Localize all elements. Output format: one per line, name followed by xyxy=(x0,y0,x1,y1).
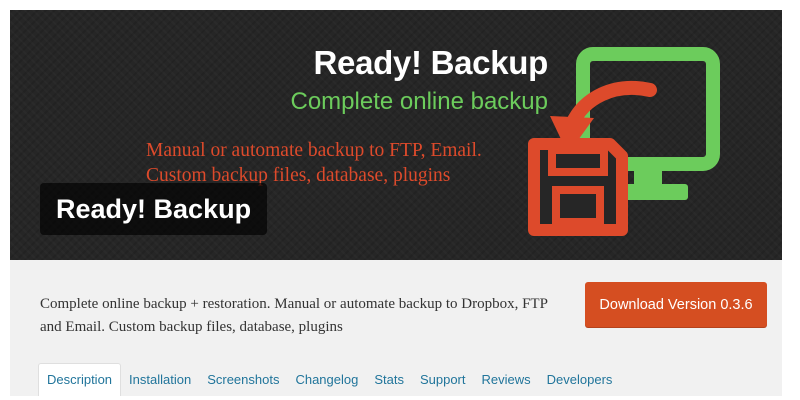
banner-feature-line: Manual or automate backup to FTP, Email. xyxy=(146,140,482,161)
backup-logo xyxy=(528,47,720,236)
tab-developers[interactable]: Developers xyxy=(539,364,621,396)
tab-stats[interactable]: Stats xyxy=(366,364,412,396)
plugin-description: Complete online backup + restoration. Ma… xyxy=(40,296,548,335)
floppy-disk-icon xyxy=(528,138,628,236)
plugin-tabs: Description Installation Screenshots Cha… xyxy=(38,363,620,396)
download-button[interactable]: Download Version 0.3.6 xyxy=(585,282,767,328)
plugin-page: Ready! Backup Complete online backup Man… xyxy=(10,10,782,396)
plugin-banner: Ready! Backup Complete online backup Man… xyxy=(10,10,782,260)
plugin-name-badge: Ready! Backup xyxy=(40,183,268,235)
tab-installation[interactable]: Installation xyxy=(121,364,199,396)
tab-changelog[interactable]: Changelog xyxy=(287,364,366,396)
tab-screenshots[interactable]: Screenshots xyxy=(199,364,287,396)
tab-reviews[interactable]: Reviews xyxy=(474,364,539,396)
tab-support[interactable]: Support xyxy=(412,364,474,396)
tab-description[interactable]: Description xyxy=(38,363,122,396)
